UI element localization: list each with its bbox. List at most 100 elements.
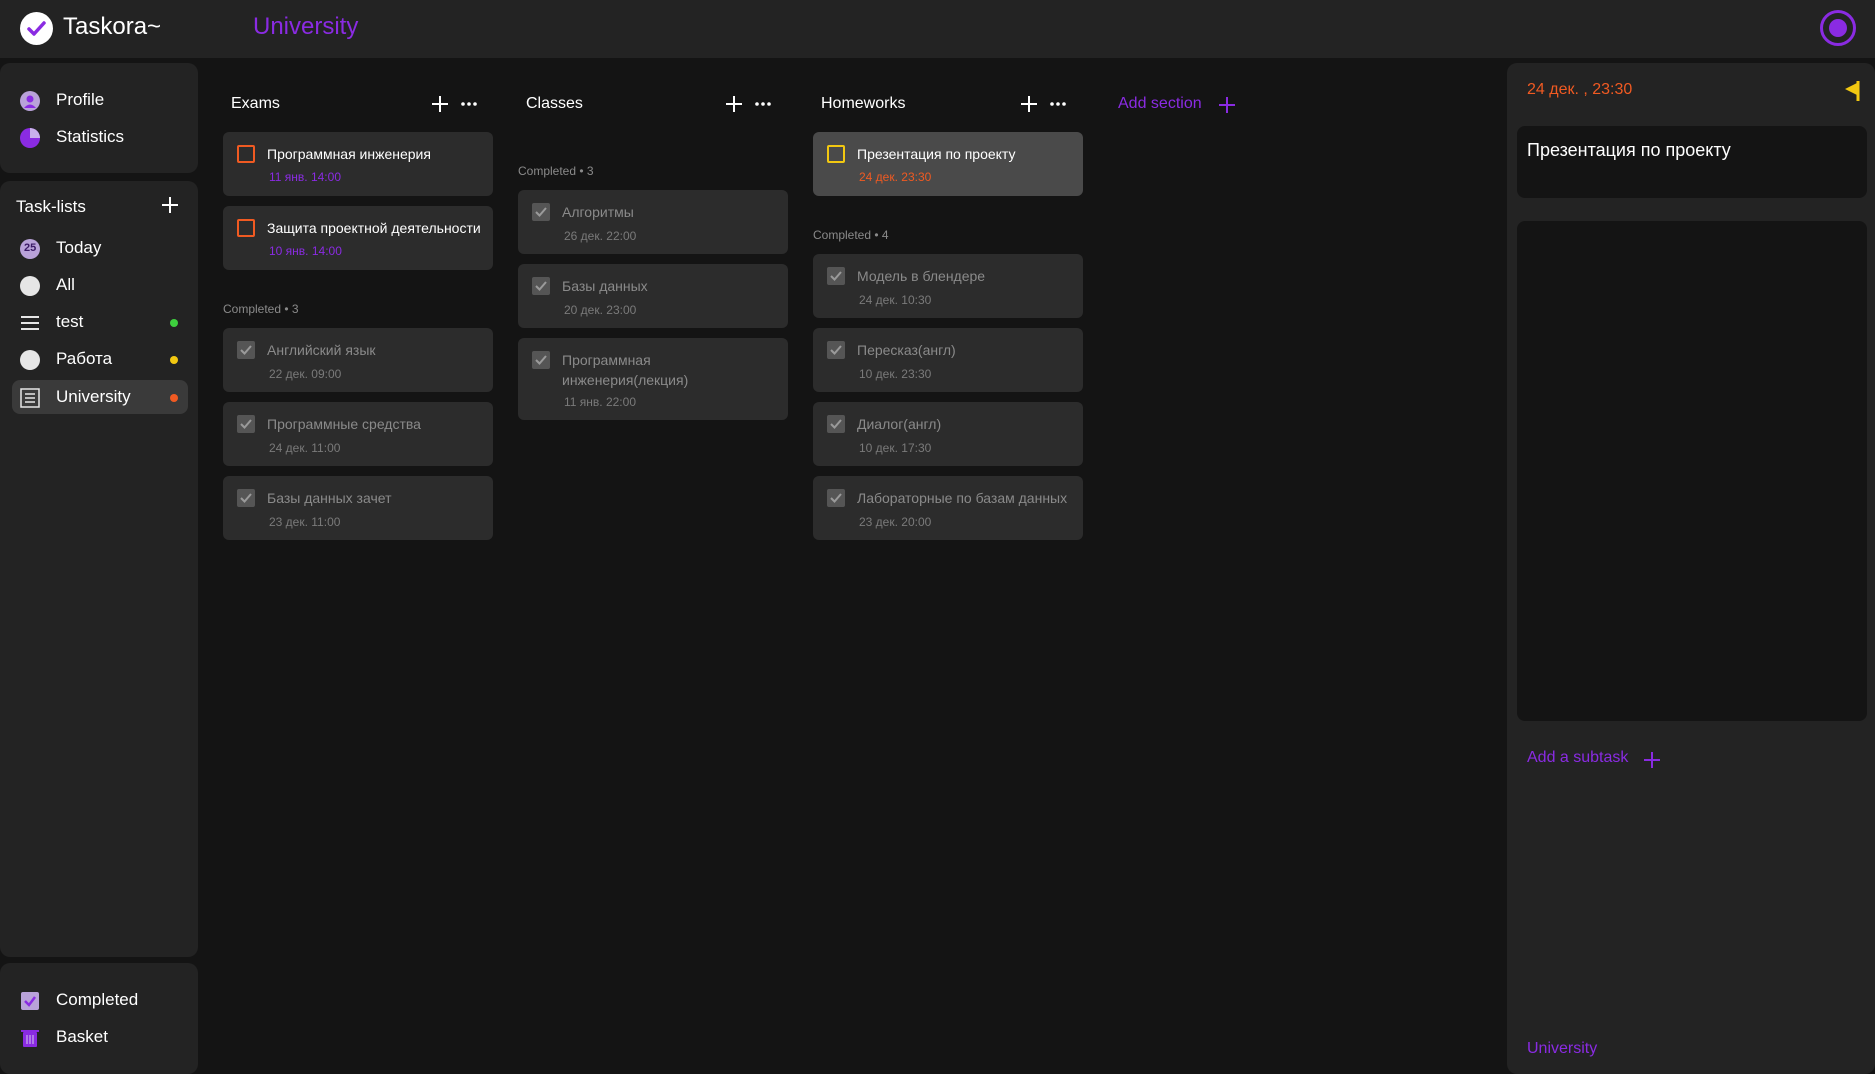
- list-color-dot: [170, 394, 178, 402]
- checkbox-checked-icon: [21, 992, 39, 1010]
- current-list-title: University: [253, 13, 359, 40]
- task-date: 11 янв. 22:00: [564, 395, 636, 409]
- sidebar-item-basket[interactable]: Basket: [12, 1020, 188, 1054]
- task-card[interactable]: Базы данных 20 дек. 23:00: [518, 264, 788, 328]
- task-card[interactable]: Английский язык 22 дек. 09:00: [223, 328, 493, 392]
- completed-count[interactable]: Completed • 4: [813, 228, 889, 242]
- task-checkbox[interactable]: [532, 351, 550, 369]
- task-date: 10 янв. 14:00: [269, 244, 342, 258]
- completed-count[interactable]: Completed • 3: [518, 164, 594, 178]
- task-title: Программная инженерия(лекция): [562, 352, 689, 388]
- task-checkbox[interactable]: [827, 489, 845, 507]
- task-title: Английский язык: [267, 342, 376, 358]
- task-description-field[interactable]: [1517, 221, 1867, 721]
- sidebar-item-label: Работа: [56, 349, 113, 368]
- add-section-icon[interactable]: [1218, 96, 1236, 114]
- sidebar-bottom: Completed Basket: [0, 963, 198, 1074]
- more-options-icon[interactable]: [460, 95, 478, 113]
- app-logo-icon: [20, 12, 53, 45]
- task-date: 11 янв. 14:00: [269, 170, 341, 184]
- task-card[interactable]: Алгоритмы 26 дек. 22:00: [518, 190, 788, 254]
- section-title: Classes: [526, 95, 583, 112]
- task-title: Модель в блендере: [857, 268, 986, 284]
- sidebar-item-label: University: [56, 387, 131, 406]
- task-card[interactable]: Лабораторные по базам данных 23 дек. 20:…: [813, 476, 1083, 540]
- pie-chart-icon: [20, 128, 40, 148]
- task-title: Пересказ(англ): [857, 342, 956, 358]
- task-checkbox[interactable]: [237, 145, 255, 163]
- task-checkbox[interactable]: [827, 415, 845, 433]
- add-subtask-icon[interactable]: [1643, 751, 1661, 769]
- sidebar-item-label: Today: [56, 238, 102, 257]
- task-title: Базы данных: [562, 278, 648, 294]
- trash-icon: [21, 1030, 39, 1047]
- task-date: 24 дек. 11:00: [269, 441, 341, 455]
- sidebar-item-statistics[interactable]: Statistics: [12, 120, 188, 154]
- task-title: Лабораторные по базам данных: [857, 490, 1068, 506]
- task-date: 23 дек. 11:00: [269, 515, 341, 529]
- add-task-icon[interactable]: [725, 95, 743, 113]
- task-card[interactable]: Модель в блендере 24 дек. 10:30: [813, 254, 1083, 318]
- app-title: Taskora~: [63, 13, 162, 40]
- task-checkbox[interactable]: [827, 341, 845, 359]
- add-tasklist-icon[interactable]: [160, 195, 180, 215]
- task-date: 24 дек. 10:30: [859, 293, 932, 307]
- sidebar-item-label: test: [56, 312, 84, 331]
- section-title: Exams: [231, 95, 280, 112]
- sidebar-item-profile[interactable]: Profile: [12, 83, 188, 117]
- task-card[interactable]: Программная инженерия(лекция) 11 янв. 22…: [518, 338, 788, 420]
- task-checkbox[interactable]: [237, 489, 255, 507]
- task-detail-title: Презентация по проекту: [1527, 140, 1731, 160]
- section-title: Homeworks: [821, 95, 906, 112]
- add-subtask-button[interactable]: Add a subtask: [1527, 749, 1628, 767]
- task-card[interactable]: Программные средства 24 дек. 11:00: [223, 402, 493, 466]
- section-header-classes: Classes: [526, 93, 778, 117]
- more-options-icon[interactable]: [1049, 95, 1067, 113]
- priority-flag-icon[interactable]: [1843, 79, 1861, 103]
- task-checkbox[interactable]: [532, 203, 550, 221]
- sidebar-account: Profile Statistics: [0, 63, 198, 173]
- sidebar-item-university[interactable]: University: [12, 380, 188, 414]
- sidebar-item-rabota[interactable]: Работа: [12, 342, 188, 376]
- section-header-homeworks: Homeworks: [821, 93, 1073, 117]
- task-title: Программная инженерия: [267, 146, 431, 162]
- task-title: Презентация по проекту: [857, 146, 1016, 162]
- task-card-selected[interactable]: Презентация по проекту 24 дек. 23:30: [813, 132, 1083, 196]
- task-checkbox[interactable]: [827, 267, 845, 285]
- task-title-field[interactable]: Презентация по проекту: [1517, 126, 1867, 198]
- task-card[interactable]: Защита проектной деятельности 10 янв. 14…: [223, 206, 493, 270]
- task-title: Базы данных зачет: [267, 490, 392, 506]
- sidebar-item-test[interactable]: test: [12, 305, 188, 339]
- record-button[interactable]: [1820, 10, 1856, 46]
- profile-icon: [20, 91, 40, 111]
- list-color-dot: [170, 319, 178, 327]
- task-checkbox[interactable]: [827, 145, 845, 163]
- sidebar-item-today[interactable]: 25 Today: [12, 231, 188, 265]
- task-card[interactable]: Базы данных зачет 23 дек. 11:00: [223, 476, 493, 540]
- task-date: 10 дек. 17:30: [859, 441, 932, 455]
- task-checkbox[interactable]: [237, 341, 255, 359]
- completed-count[interactable]: Completed • 3: [223, 302, 299, 316]
- sidebar-item-label: Profile: [56, 90, 105, 109]
- task-list-name[interactable]: University: [1527, 1040, 1597, 1058]
- task-date: 26 дек. 22:00: [564, 229, 637, 243]
- add-task-icon[interactable]: [431, 95, 449, 113]
- task-title: Диалог(англ): [857, 416, 942, 432]
- today-badge: 25: [24, 242, 37, 254]
- task-card[interactable]: Программная инженерия 11 янв. 14:00: [223, 132, 493, 196]
- sidebar-item-completed[interactable]: Completed: [12, 983, 188, 1017]
- task-checkbox[interactable]: [532, 277, 550, 295]
- task-checkbox[interactable]: [237, 415, 255, 433]
- sidebar-item-label: Completed: [56, 990, 139, 1009]
- circle-icon: [20, 350, 40, 370]
- task-checkbox[interactable]: [237, 219, 255, 237]
- task-date: 22 дек. 09:00: [269, 367, 342, 381]
- sidebar-item-all[interactable]: All: [12, 268, 188, 302]
- add-section-button[interactable]: Add section: [1118, 95, 1202, 113]
- sidebar-item-label: Statistics: [56, 127, 125, 146]
- more-options-icon[interactable]: [754, 95, 772, 113]
- task-card[interactable]: Диалог(англ) 10 дек. 17:30: [813, 402, 1083, 466]
- add-task-icon[interactable]: [1020, 95, 1038, 113]
- task-card[interactable]: Пересказ(англ) 10 дек. 23:30: [813, 328, 1083, 392]
- task-due-date[interactable]: 24 дек. , 23:30: [1527, 81, 1632, 99]
